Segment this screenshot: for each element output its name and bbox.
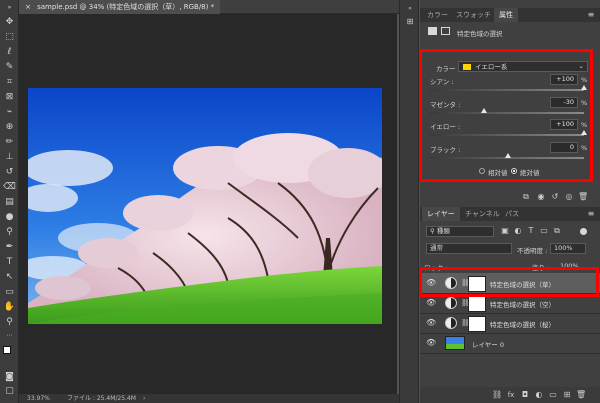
history-brush-tool-icon[interactable]: ↺ (3, 167, 16, 178)
layer-row-base[interactable]: 👁 レイヤー 0 (420, 333, 600, 354)
tab-layers[interactable]: レイヤー (422, 207, 460, 221)
document-tab-title: sample.psd @ 34% (特定色域の選択（草）, RGB/8) * (37, 3, 215, 11)
adjustment-layer-icon (445, 297, 457, 309)
blend-mode-select[interactable]: 通常 (426, 243, 512, 254)
eraser-tool-icon[interactable]: ⌫ (3, 182, 16, 193)
layers-footer: ⛓ fx ◘ ◐ ▭ ⊞ 🗑 (420, 387, 600, 403)
frame-tool-icon[interactable]: ⊠ (3, 92, 16, 103)
clone-stamp-tool-icon[interactable]: ⊥ (3, 152, 16, 163)
path-select-tool-icon[interactable]: ↖ (3, 272, 16, 283)
history-panel-icon[interactable]: ⊞ (405, 17, 415, 27)
search-icon: ⚲ (430, 227, 437, 235)
dodge-tool-icon[interactable]: ⚲ (3, 227, 16, 238)
properties-tab-row: カラー スウォッチ 属性 ≡ (420, 8, 600, 22)
tab-color[interactable]: カラー (422, 8, 453, 22)
tab-channels[interactable]: チャンネル (460, 207, 505, 221)
brush-tool-icon[interactable]: ✏ (3, 137, 16, 148)
crop-tool-icon[interactable]: ⌗ (3, 77, 16, 88)
layers-tab-row: レイヤー チャンネル パス ≡ (420, 207, 600, 221)
filter-shape-icon[interactable]: ▭ (539, 226, 549, 236)
pen-tool-icon[interactable]: ✒ (3, 242, 16, 253)
foreground-color-swatch[interactable] (3, 346, 11, 354)
layer-style-icon[interactable]: fx (506, 390, 516, 400)
layer-name[interactable]: レイヤー 0 (472, 339, 504, 349)
opacity-field[interactable]: 100% (550, 243, 586, 254)
delete-adjustment-icon[interactable]: 🗑 (578, 192, 588, 202)
adjustment-type-icon (428, 27, 437, 35)
eyedropper-tool-icon[interactable]: ⌁ (3, 107, 16, 118)
filter-toggle[interactable] (580, 228, 587, 235)
reset-adjustment-icon[interactable]: ↺ (550, 192, 560, 202)
right-panel: カラー スウォッチ 属性 ≡ 特定色域の選択 カラー : イエロー系 ⌄ シアン… (419, 0, 600, 403)
layer-filter-value: 種類 (436, 227, 450, 235)
adjustment-layer-icon (445, 317, 457, 329)
quick-mask-icon[interactable]: ◙ (3, 372, 16, 383)
tab-properties[interactable]: 属性 (494, 8, 518, 22)
add-mask-icon[interactable]: ◘ (520, 390, 530, 400)
visibility-eye-icon[interactable]: 👁 (426, 318, 436, 327)
panel-menu-icon[interactable]: ≡ (586, 10, 596, 20)
panel-dock: « ⊞ (399, 0, 419, 403)
healing-brush-tool-icon[interactable]: ⊕ (3, 122, 16, 133)
more-tools-icon[interactable]: ⋯ (3, 330, 16, 341)
selected-layer-highlight-box (419, 267, 599, 297)
zoom-tool-icon[interactable]: ⚲ (3, 317, 16, 328)
clip-to-layer-icon[interactable]: ⧉ (521, 192, 531, 202)
filter-pixel-icon[interactable]: ▣ (500, 226, 510, 236)
document-image[interactable] (28, 88, 382, 324)
layer-mask-thumbnail[interactable] (468, 316, 486, 332)
layers-panel-menu-icon[interactable]: ≡ (586, 209, 596, 219)
move-tool-icon[interactable]: ✥ (3, 17, 16, 28)
visibility-eye-icon[interactable]: 👁 (426, 338, 436, 347)
layer-filter-select[interactable]: ⚲ 種類 (426, 226, 494, 237)
zoom-readout[interactable]: 33.97% (27, 394, 50, 403)
properties-title: 特定色域の選択 (457, 30, 503, 38)
file-size-info: ファイル : 25.4M/25.4M (67, 395, 136, 402)
delete-layer-icon[interactable]: 🗑 (576, 390, 586, 400)
tools-toolbar: » ✥ ⬚ ℓ ✎ ⌗ ⊠ ⌁ ⊕ ✏ ⊥ ↺ ⌫ ▤ ● ⚲ ✒ T ↖ ▭ … (0, 0, 19, 403)
hand-tool-icon[interactable]: ✋ (3, 302, 16, 313)
layer-mask-icon[interactable] (441, 27, 450, 35)
layer-image-thumbnail[interactable] (445, 336, 465, 350)
properties-highlight-box (419, 49, 593, 182)
status-menu-arrow-icon[interactable]: › (143, 394, 145, 403)
collapse-dock-icon[interactable]: « (405, 4, 415, 14)
opacity-label: 不透明度 : (517, 247, 548, 255)
document-tab-bar: × sample.psd @ 34% (特定色域の選択（草）, RGB/8) * (19, 0, 399, 14)
collapse-toolbar-icon[interactable]: » (3, 2, 16, 13)
lasso-tool-icon[interactable]: ℓ (3, 47, 16, 58)
layer-name[interactable]: 特定色域の選択（空） (490, 299, 555, 309)
toggle-visibility-icon[interactable]: ◎ (564, 192, 574, 202)
blur-tool-icon[interactable]: ● (3, 212, 16, 223)
link-layers-icon[interactable]: ⛓ (492, 390, 502, 400)
layer-name[interactable]: 特定色域の選択（桜） (490, 319, 555, 329)
filter-adjustment-icon[interactable]: ◐ (513, 226, 523, 236)
new-adjustment-layer-icon[interactable]: ◐ (534, 390, 544, 400)
visibility-eye-icon[interactable]: 👁 (426, 298, 436, 307)
close-tab-icon[interactable]: × (25, 3, 31, 11)
filter-type-icon[interactable]: T (526, 226, 536, 236)
status-bar: 33.97% ファイル : 25.4M/25.4M › (19, 394, 399, 403)
new-layer-icon[interactable]: ⊞ (562, 390, 572, 400)
tab-swatches[interactable]: スウォッチ (451, 8, 496, 22)
new-group-icon[interactable]: ▭ (548, 390, 558, 400)
marquee-tool-icon[interactable]: ⬚ (3, 32, 16, 43)
tab-paths[interactable]: パス (500, 207, 524, 221)
type-tool-icon[interactable]: T (3, 257, 16, 268)
layer-row-sakura[interactable]: 👁 ⛓ 特定色域の選択（桜） (420, 313, 600, 334)
layer-mask-thumbnail[interactable] (468, 296, 486, 312)
opacity-value: 100% (554, 244, 573, 252)
blend-mode-value: 通常 (430, 244, 443, 252)
view-previous-state-icon[interactable]: ◉ (536, 192, 546, 202)
rectangle-tool-icon[interactable]: ▭ (3, 287, 16, 298)
filter-smart-object-icon[interactable]: ⧉ (552, 226, 562, 236)
screen-mode-icon[interactable]: ▢ (3, 386, 16, 397)
quick-select-tool-icon[interactable]: ✎ (3, 62, 16, 73)
document-tab[interactable]: × sample.psd @ 34% (特定色域の選択（草）, RGB/8) * (19, 0, 221, 14)
gradient-tool-icon[interactable]: ▤ (3, 197, 16, 208)
